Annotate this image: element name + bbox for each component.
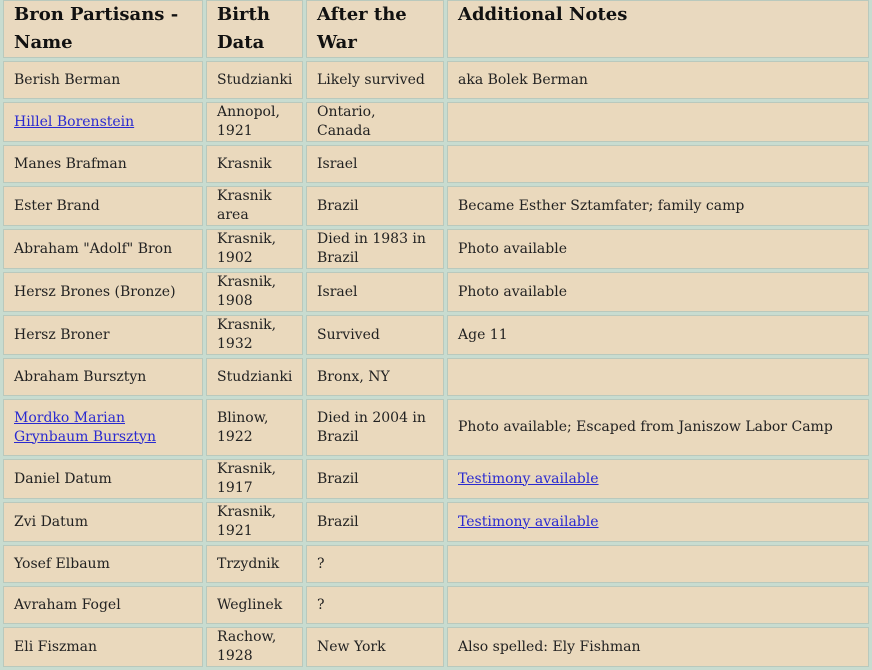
table-row: Zvi Datum Krasnik, 1921 Brazil Testimony… [3,502,869,542]
table-row: Mordko Marian Grynbaum Bursztyn Blinow, 1… [3,399,869,456]
notes-cell [447,586,869,624]
name-cell: Abraham Bursztyn [3,358,203,396]
birth-cell: Krasnik, 1917 [206,459,303,499]
after-cell: Likely survived [306,61,444,99]
after-cell: Survived [306,315,444,355]
after-cell: Brazil [306,186,444,226]
birth-cell: Krasnik area [206,186,303,226]
table-row: Eli Fiszman Rachow, 1928 New York Also s… [3,627,869,667]
notes-cell: Also spelled: Ely Fishman [447,627,869,667]
name-line: Mordko Marian [14,409,125,426]
birth-cell: Rachow, 1928 [206,627,303,667]
testimony-link[interactable]: Testimony available [458,514,599,530]
name-cell: Ester Brand [3,186,203,226]
birth-cell: Krasnik [206,145,303,183]
header-name: Bron Partisans - Name [3,0,203,58]
birth-cell: Krasnik, 1921 [206,502,303,542]
name-cell: Hersz Broner [3,315,203,355]
table-row: Yosef Elbaum Trzydnik ? [3,545,869,583]
birth-cell: Blinow, 1922 [206,399,303,456]
table-row: Avraham Fogel Weglinek ? [3,586,869,624]
name-cell: Eli Fiszman [3,627,203,667]
birth-cell: Krasnik, 1902 [206,229,303,269]
notes-cell: Photo available; Escaped from Janiszow L… [447,399,869,456]
notes-cell: Testimony available [447,502,869,542]
notes-cell: Photo available [447,272,869,312]
birth-cell: Krasnik, 1908 [206,272,303,312]
birth-cell: Weglinek [206,586,303,624]
table-row: Manes Brafman Krasnik Israel [3,145,869,183]
after-cell: Bronx, NY [306,358,444,396]
table-row: Abraham Bursztyn Studzianki Bronx, NY [3,358,869,396]
table-row: Hersz Broner Krasnik, 1932 Survived Age … [3,315,869,355]
header-row: Bron Partisans - Name Birth Data After t… [3,0,869,58]
name-link[interactable]: Hillel Borenstein [14,114,134,130]
notes-cell: aka Bolek Berman [447,61,869,99]
testimony-link[interactable]: Testimony available [458,471,599,487]
after-cell: ? [306,545,444,583]
birth-cell: Studzianki [206,61,303,99]
name-cell: Berish Berman [3,61,203,99]
table-row: Abraham "Adolf" Bron Krasnik, 1902 Died … [3,229,869,269]
name-cell: Avraham Fogel [3,586,203,624]
name-cell: Mordko Marian Grynbaum Bursztyn [3,399,203,456]
table-row: Hersz Brones (Bronze) Krasnik, 1908 Isra… [3,272,869,312]
notes-cell: Testimony available [447,459,869,499]
notes-cell [447,358,869,396]
name-cell: Zvi Datum [3,502,203,542]
after-cell: Brazil [306,502,444,542]
after-cell: Died in 2004 in Brazil [306,399,444,456]
name-cell: Manes Brafman [3,145,203,183]
table-row: Hillel Borenstein Annopol, 1921 Ontario,… [3,102,869,142]
birth-cell: Annopol, 1921 [206,102,303,142]
name-cell: Daniel Datum [3,459,203,499]
after-cell: Died in 1983 in Brazil [306,229,444,269]
after-cell: Ontario, Canada [306,102,444,142]
birth-cell: Krasnik, 1932 [206,315,303,355]
name-cell: Yosef Elbaum [3,545,203,583]
table-row: Berish Berman Studzianki Likely survived… [3,61,869,99]
after-cell: New York [306,627,444,667]
name-line: Grynbaum Bursztyn [14,428,156,445]
header-notes: Additional Notes [447,0,869,58]
header-birth-data: Birth Data [206,0,303,58]
partisans-table: Bron Partisans - Name Birth Data After t… [0,0,872,670]
notes-cell [447,145,869,183]
notes-cell: Age 11 [447,315,869,355]
birth-cell: Trzydnik [206,545,303,583]
birth-cell: Studzianki [206,358,303,396]
notes-cell: Became Esther Sztamfater; family camp [447,186,869,226]
notes-cell [447,102,869,142]
name-cell: Hersz Brones (Bronze) [3,272,203,312]
notes-cell [447,545,869,583]
notes-cell: Photo available [447,229,869,269]
header-after-war: After the War [306,0,444,58]
name-cell: Abraham "Adolf" Bron [3,229,203,269]
table-row: Daniel Datum Krasnik, 1917 Brazil Testim… [3,459,869,499]
after-cell: Israel [306,272,444,312]
after-cell: Brazil [306,459,444,499]
after-cell: Israel [306,145,444,183]
name-cell: Hillel Borenstein [3,102,203,142]
name-link[interactable]: Mordko Marian Grynbaum Bursztyn [14,410,156,445]
table-row: Ester Brand Krasnik area Brazil Became E… [3,186,869,226]
after-cell: ? [306,586,444,624]
